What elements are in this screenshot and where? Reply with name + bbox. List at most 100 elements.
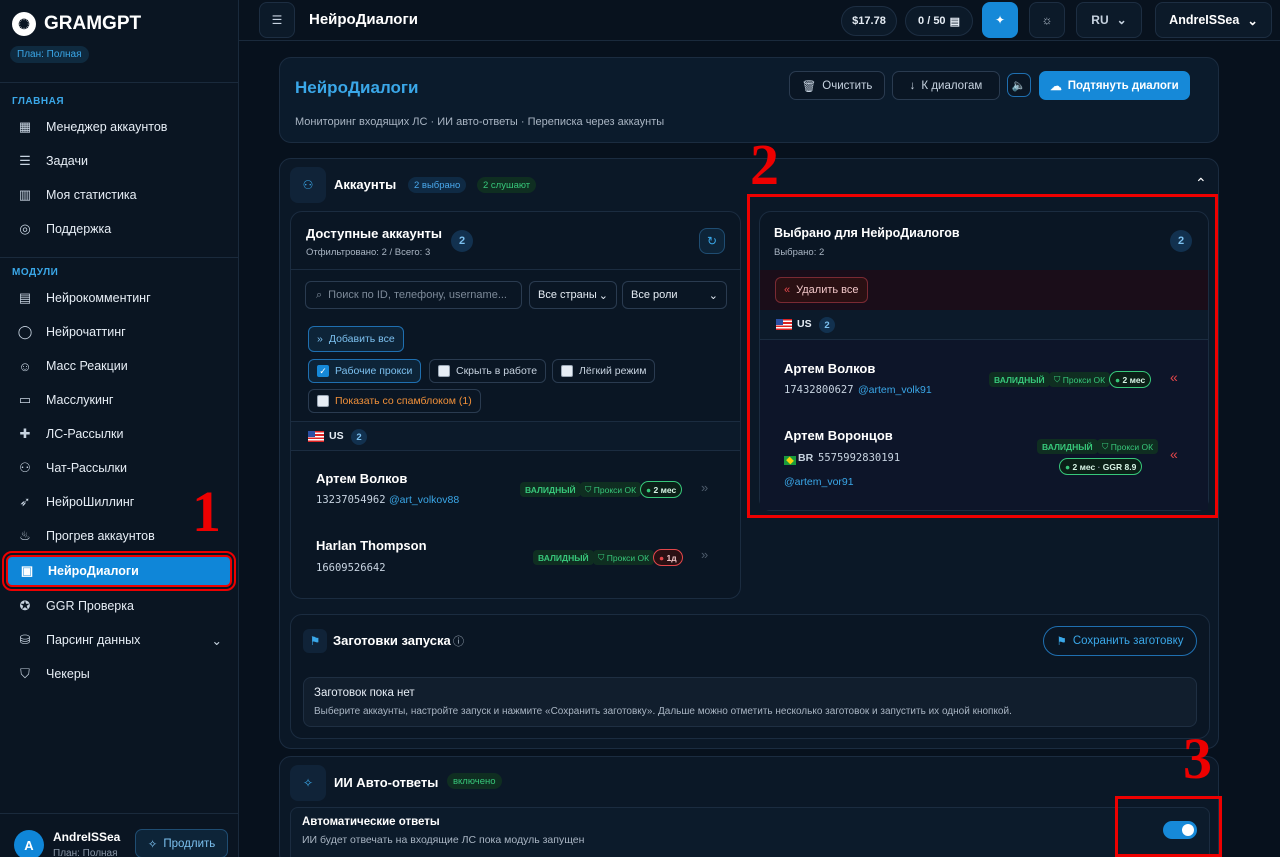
sidebar-item-neurodialogs[interactable]: ▣ НейроДиалоги — [2, 551, 236, 591]
chevron-down-icon: ⌄ — [211, 633, 222, 648]
status-badge: ВАЛИДНЫЙ — [533, 550, 594, 565]
sidebar-item-label: Чекеры — [46, 667, 90, 681]
sidebar-item-dm-mailing[interactable]: ✚ ЛС-Рассылки — [6, 419, 232, 449]
refresh-button[interactable]: ↻ — [699, 228, 725, 254]
pull-dialogs-button[interactable]: ☁ Подтянуть диалоги — [1039, 71, 1190, 100]
search-input[interactable]: ⌕ Поиск по ID, телефону, username... — [305, 281, 522, 309]
checkbox-checked-icon: ✓ — [317, 365, 329, 377]
chart-icon: ▥ — [18, 187, 32, 202]
badge-icon: ✪ — [19, 598, 31, 613]
sidebar-item-label: Масс Реакции — [46, 359, 128, 373]
list-item[interactable]: Артем Волков 13237054962 @art_volkov88 В… — [291, 452, 740, 519]
message-plus-icon: ✚ — [19, 426, 31, 441]
auto-replies-title: Автоматические ответы — [302, 816, 440, 828]
filter-hide-in-work[interactable]: Скрыть в работе — [429, 359, 547, 383]
search-placeholder: Поиск по ID, телефону, username... — [328, 289, 507, 301]
language-select[interactable]: RU ⌄ — [1076, 2, 1142, 38]
sidebar-item-label: Нейрокомментинг — [46, 291, 151, 305]
sidebar-item-account-manager[interactable]: ▦ Менеджер аккаунтов — [6, 112, 232, 142]
info-icon[interactable]: ⓘ — [453, 633, 464, 649]
add-account-icon[interactable]: » — [701, 547, 708, 562]
filter-label: Показать со спамблоком (1) — [335, 395, 472, 407]
list-icon: ☰ — [19, 153, 31, 168]
topbar: ☰ НейроДиалоги $17.78 0 / 50 ▤ ✦ ☼ RU ⌄ … — [239, 0, 1280, 41]
lifebuoy-icon: ◎ — [19, 221, 31, 236]
chevron-down-icon: ⌄ — [708, 289, 718, 302]
sound-toggle-button[interactable]: 🔈 — [1007, 73, 1031, 97]
sidebar-item-label: НейроДиалоги — [48, 564, 139, 578]
proxy-badge: ⛉ Прокси ОК — [593, 550, 655, 565]
sparkle-icon: ✧ — [147, 838, 158, 851]
annotation-number-3: 3 — [1183, 726, 1212, 791]
filter-label: Скрыть в работе — [456, 365, 538, 377]
sidebar-item-tasks[interactable]: ☰ Задачи — [6, 146, 232, 176]
filter-show-spamblock[interactable]: Показать со спамблоком (1) — [308, 389, 481, 413]
theme-toggle-button[interactable]: ☼ — [1029, 2, 1065, 38]
to-dialogs-button[interactable]: ↓ К диалогам — [892, 71, 1000, 100]
plan-badge: План: Полная — [10, 46, 89, 63]
sidebar-item-support[interactable]: ◎ Поддержка — [6, 214, 232, 244]
sidebar-item-parsing[interactable]: ⛁ Парсинг данных ⌄ — [6, 625, 232, 655]
sidebar-item-label: Моя статистика — [46, 188, 137, 202]
quota-badge[interactable]: 0 / 50 ▤ — [905, 6, 973, 36]
sun-icon: ☼ — [1041, 13, 1053, 27]
sidebar-item-mass-reactions[interactable]: ☺ Масс Реакции — [6, 351, 232, 381]
chat-bubble-icon: ◯ — [17, 324, 33, 339]
clear-button[interactable]: 🗑 Очистить — [789, 71, 885, 100]
sidebar-item-masslooking[interactable]: ▭ Масслукинг — [6, 385, 232, 415]
sidebar-item-label: Прогрев аккаунтов — [46, 529, 155, 543]
filter-label: Рабочие прокси — [335, 365, 413, 377]
list-item[interactable]: Harlan Thompson 16609526642 ВАЛИДНЫЙ ⛉ П… — [291, 519, 740, 586]
sidebar-item-stats[interactable]: ▥ Моя статистика — [6, 180, 232, 210]
sidebar-item-neurochatting[interactable]: ◯ Нейрочаттинг — [6, 317, 232, 347]
header-subtitle: Мониторинг входящих ЛС · ИИ авто-ответы … — [295, 116, 665, 128]
shield-icon: ⛉ — [598, 552, 607, 562]
checkbox-icon — [438, 365, 450, 377]
sidebar-item-label: Нейрочаттинг — [46, 325, 126, 339]
clear-label: Очистить — [822, 79, 873, 92]
sidebar-item-label: Задачи — [46, 154, 88, 168]
sidebar-item-neurocommenting[interactable]: ▤ Нейрокомментинг — [6, 283, 232, 313]
stack-icon: ▤ — [949, 15, 960, 28]
balance-badge[interactable]: $17.78 — [841, 6, 897, 36]
divider — [0, 82, 239, 83]
age-badge: ● 2 мес — [640, 481, 683, 498]
role-select[interactable]: Все роли ⌄ — [622, 281, 727, 309]
country-select[interactable]: Все страны ⌄ — [529, 281, 617, 309]
avatar[interactable]: A — [14, 830, 44, 857]
divider — [0, 257, 239, 258]
shield-check-icon: ⛉ — [20, 666, 30, 681]
auto-replies-row: Автоматические ответы ИИ будет отвечать … — [290, 807, 1210, 857]
annotation-box-3 — [1115, 796, 1222, 857]
extend-button[interactable]: ✧ Продлить — [135, 829, 228, 857]
annotation-number-1: 1 — [192, 479, 221, 544]
selected-count-tag: 2 выбрано — [408, 177, 467, 193]
app-logo[interactable]: ✺ GRAMGPT — [12, 12, 141, 36]
available-count-badge: 2 — [451, 230, 473, 252]
filter-working-proxy[interactable]: ✓ Рабочие прокси — [308, 359, 422, 383]
save-preset-label: Сохранить заготовку — [1072, 635, 1184, 647]
menu-toggle-button[interactable]: ☰ — [259, 2, 295, 38]
cloud-download-icon: ☁ — [1050, 80, 1062, 93]
users-icon: ⚇ — [290, 167, 326, 203]
grid-icon: ▦ — [18, 119, 32, 134]
sidebar-item-ggr-check[interactable]: ✪ GGR Проверка — [6, 591, 232, 621]
user-menu-button[interactable]: AndreISSea ⌄ — [1155, 2, 1272, 38]
user-name: AndreISSea — [53, 830, 121, 844]
user-plan: План: Полная — [53, 848, 118, 857]
ai-sparkle-button[interactable]: ✦ — [982, 2, 1018, 38]
add-account-icon[interactable]: » — [701, 480, 708, 495]
sidebar-item-label: Поддержка — [46, 222, 112, 236]
collapse-chevron-icon[interactable]: ⌃ — [1195, 175, 1207, 192]
chevron-down-icon: ⌄ — [1247, 13, 1258, 28]
sidebar-item-checkers[interactable]: ⛉ Чекеры — [6, 659, 232, 689]
auto-replies-desc: ИИ будет отвечать на входящие ЛС пока мо… — [302, 834, 585, 846]
sidebar: ✺ GRAMGPT План: Полная ГЛАВНАЯ ▦ Менедже… — [0, 0, 239, 857]
save-preset-button[interactable]: ⚑ Сохранить заготовку — [1043, 626, 1197, 656]
shield-icon: ⛉ — [585, 484, 594, 494]
speaker-icon: 🔈 — [1011, 80, 1027, 92]
add-all-button[interactable]: » Добавить все — [308, 326, 404, 352]
sidebar-item-label: ЛС-Рассылки — [46, 427, 124, 441]
age-badge: ● 1д — [653, 549, 683, 566]
filter-light-mode[interactable]: Лёгкий режим — [552, 359, 656, 383]
